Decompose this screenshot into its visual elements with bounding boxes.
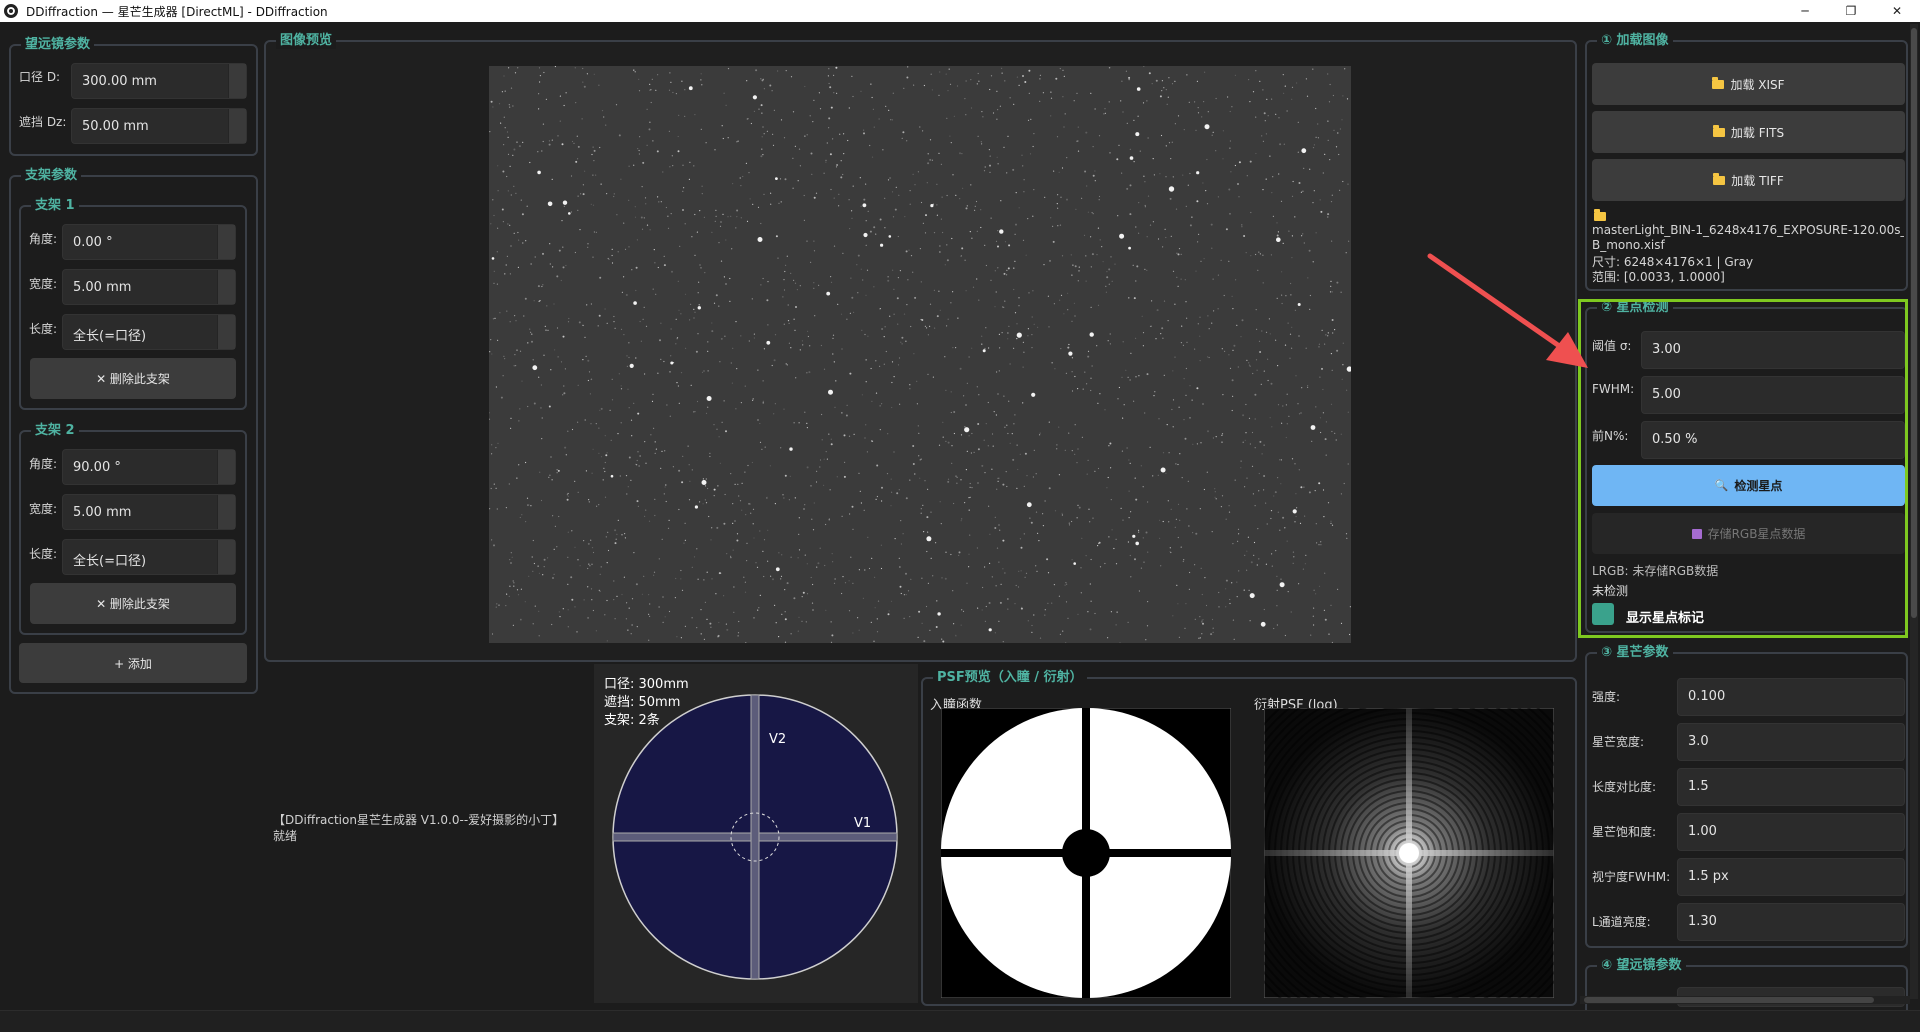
obstruction-label: 遮挡 Dz:	[19, 115, 67, 129]
vane-2-length-label: 长度:	[29, 547, 58, 561]
folder-icon	[1712, 124, 1725, 137]
star-field-svg	[489, 66, 1351, 643]
status-bar	[0, 1010, 1920, 1032]
detect-stars-button[interactable]: 🔍 检测星点	[1592, 465, 1905, 506]
telescope-params-title: 望远镜参数	[21, 37, 95, 53]
star-param-input[interactable]: 1.30	[1677, 903, 1905, 941]
load-fits-button[interactable]: 加载 FITS	[1592, 111, 1905, 153]
star-param-label: 长度对比度:	[1592, 780, 1657, 794]
telescope-params-2-title: ④ 望远镜参数	[1597, 958, 1686, 974]
image-preview-title: 图像预览	[276, 33, 337, 49]
scrollbar-thumb[interactable]	[1911, 28, 1917, 618]
vane-1-angle-input[interactable]: 0.00 °	[62, 224, 236, 260]
h-scrollbar-thumb[interactable]	[1584, 997, 1874, 1003]
aperture-diagram: V2 V1	[612, 694, 898, 980]
fwhm-input[interactable]: 5.00	[1641, 376, 1905, 414]
minimize-button[interactable]: ─	[1782, 0, 1828, 22]
top-n-label: 前N%:	[1592, 429, 1629, 443]
horizontal-scrollbar[interactable]	[1580, 996, 1910, 1004]
star-param-input[interactable]: 1.00	[1677, 813, 1905, 851]
vane-2-length-select[interactable]: 全长(=口径)	[62, 539, 236, 575]
folder-icon	[1712, 76, 1725, 89]
vane-2-label: V2	[769, 732, 786, 747]
vane-2-bar	[750, 694, 760, 980]
vane-1-width-label: 宽度:	[29, 277, 58, 291]
star-params-title: ③ 星芒参数	[1597, 645, 1673, 661]
spin-arrows[interactable]	[217, 450, 235, 484]
vane-2-width-input[interactable]: 5.00 mm	[62, 494, 236, 530]
vane-1-length-label: 长度:	[29, 322, 58, 336]
dropdown-arrow[interactable]	[217, 540, 235, 574]
threshold-input[interactable]: 3.00	[1641, 331, 1905, 369]
load-xisf-button[interactable]: 加载 XISF	[1592, 63, 1905, 105]
close-button[interactable]: ✕	[1874, 0, 1920, 22]
spin-arrows[interactable]	[217, 495, 235, 529]
show-marks-checkbox[interactable]	[1592, 603, 1614, 625]
star-param-input[interactable]: 0.100	[1677, 678, 1905, 716]
app-icon	[4, 4, 18, 18]
star-field-image[interactable]	[489, 66, 1351, 643]
vane-2-width-label: 宽度:	[29, 502, 58, 516]
star-param-label: 视宁度FWHM:	[1592, 870, 1671, 884]
detection-status: 未检测	[1592, 584, 1629, 598]
star-param-input[interactable]: 3.0	[1677, 723, 1905, 761]
show-marks-label[interactable]: 显示星点标记	[1626, 607, 1704, 626]
aperture-view: 口径: 300mm 遮挡: 50mm 支架: 2条 V2 V1	[594, 664, 918, 1003]
image-range: 范围: [0.0033, 1.0000]	[1592, 270, 1725, 284]
title-bar: DDiffraction — 星芒生成器 [DirectML] - DDiffr…	[0, 0, 1920, 22]
star-param-input[interactable]: 1.5	[1677, 768, 1905, 806]
status-line-1: 【DDiffraction星芒生成器 V1.0.0--爱好摄影的小丁】	[273, 813, 565, 827]
star-param-label: 星芒饱和度:	[1592, 825, 1657, 839]
file-folder-icon	[1594, 209, 1606, 221]
save-rgb-button[interactable]: 存储RGB星点数据	[1592, 513, 1905, 554]
star-param-label: L通道亮度:	[1592, 915, 1651, 929]
delete-vane-2-button[interactable]: ✕ 删除此支架	[30, 583, 236, 624]
save-icon	[1691, 528, 1702, 539]
load-image-title: ① 加载图像	[1597, 33, 1673, 49]
spin-arrows[interactable]	[228, 109, 246, 143]
dropdown-arrow[interactable]	[217, 315, 235, 349]
star-param-label: 星芒宽度:	[1592, 735, 1645, 749]
window-title: DDiffraction — 星芒生成器 [DirectML] - DDiffr…	[26, 4, 328, 19]
psf-preview-title: PSF预览（入瞳 / 衍射）	[933, 670, 1087, 686]
vane-2-angle-label: 角度:	[29, 457, 58, 471]
annotation-arrow	[1427, 253, 1588, 368]
folder-icon	[1713, 172, 1726, 185]
status-line-2: 就绪	[273, 829, 298, 843]
spin-arrows[interactable]	[228, 64, 246, 98]
diffraction-psf-image	[1264, 708, 1554, 998]
delete-vane-1-button[interactable]: ✕ 删除此支架	[30, 358, 236, 399]
vane-2-title: 支架 2	[31, 423, 79, 439]
aperture-label: 口径 D:	[19, 70, 61, 84]
star-param-label: 强度:	[1592, 690, 1621, 704]
vane-1-width-input[interactable]: 5.00 mm	[62, 269, 236, 305]
spin-arrows[interactable]	[217, 270, 235, 304]
pupil-function-image	[941, 708, 1231, 998]
aperture-input[interactable]: 300.00 mm	[71, 63, 247, 99]
add-vane-button[interactable]: + 添加	[19, 643, 247, 683]
search-icon: 🔍	[1714, 479, 1729, 492]
lrgb-status: LRGB: 未存储RGB数据	[1592, 564, 1719, 578]
top-n-input[interactable]: 0.50 %	[1641, 421, 1905, 459]
status-area	[266, 664, 591, 1003]
file-name: masterLight_BIN-1_6248x4176_EXPOSURE-120…	[1592, 223, 1904, 237]
vane-1-angle-label: 角度:	[29, 232, 58, 246]
maximize-button[interactable]: ❐	[1828, 0, 1874, 22]
vane-1-label: V1	[854, 816, 871, 831]
star-param-input[interactable]: 1.5 px	[1677, 858, 1905, 896]
load-tiff-button[interactable]: 加载 TIFF	[1592, 159, 1905, 201]
right-panel-scrollbar[interactable]	[1910, 24, 1918, 999]
file-name-continued: B_mono.xisf	[1592, 238, 1665, 252]
vane-1-title: 支架 1	[31, 198, 79, 214]
vane-2-angle-input[interactable]: 90.00 °	[62, 449, 236, 485]
spin-arrows[interactable]	[217, 225, 235, 259]
obstruction-input[interactable]: 50.00 mm	[71, 108, 247, 144]
vane-1-length-select[interactable]: 全长(=口径)	[62, 314, 236, 350]
spider-params-title: 支架参数	[21, 168, 82, 184]
